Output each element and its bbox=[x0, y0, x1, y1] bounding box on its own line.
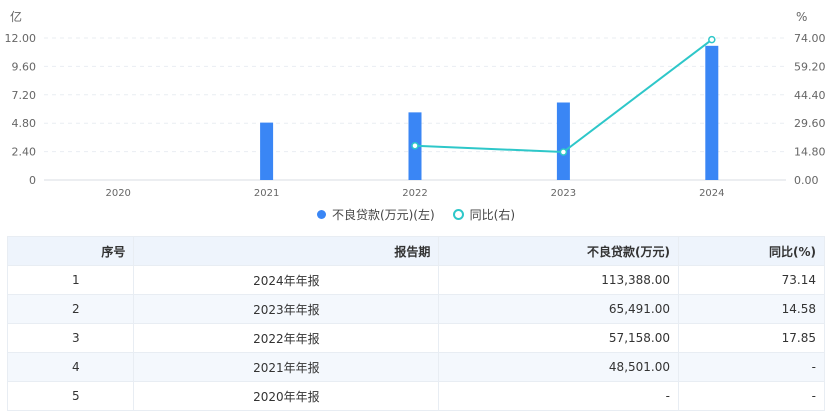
cell-period: 2023年年报 bbox=[133, 294, 440, 324]
y-left-unit-label: 亿 bbox=[10, 9, 22, 24]
x-tick-label: 2021 bbox=[254, 188, 279, 199]
y-right-tick-label: 74.00 bbox=[794, 32, 826, 45]
chart-legend: 不良贷款(万元)(左) 同比(右) bbox=[0, 205, 832, 223]
cell-period: 2020年年报 bbox=[133, 381, 440, 411]
data-table: 序号 报告期 不良贷款(万元) 同比(%) 1 2024年年报 113,388.… bbox=[6, 236, 825, 411]
y-left-tick-label: 9.60 bbox=[12, 60, 37, 73]
x-tick-label: 2024 bbox=[699, 188, 724, 199]
table-row: 5 2020年年报 - - bbox=[6, 381, 825, 411]
y-left-tick-label: 4.80 bbox=[12, 117, 37, 130]
table-row: 3 2022年年报 57,158.00 17.85 bbox=[6, 323, 825, 353]
header-period[interactable]: 报告期 bbox=[133, 236, 440, 266]
cell-index: 5 bbox=[6, 381, 135, 411]
bar-2021 bbox=[260, 122, 274, 180]
legend-item-line[interactable]: 同比(右) bbox=[452, 206, 516, 223]
x-tick-label: 2023 bbox=[551, 188, 576, 199]
cell-yoy: - bbox=[678, 381, 825, 411]
table-header-row: 序号 报告期 不良贷款(万元) 同比(%) bbox=[6, 236, 825, 266]
cell-index: 4 bbox=[6, 352, 135, 382]
yoy-point-2024 bbox=[708, 35, 716, 44]
y-left-tick-label: 2.40 bbox=[12, 146, 37, 159]
legend-line-label: 同比(右) bbox=[469, 207, 516, 222]
header-index[interactable]: 序号 bbox=[6, 236, 135, 266]
legend-bar-label: 不良贷款(万元)(左) bbox=[331, 207, 435, 222]
header-npl[interactable]: 不良贷款(万元) bbox=[438, 236, 679, 266]
table-row: 2 2023年年报 65,491.00 14.58 bbox=[6, 294, 825, 324]
cell-yoy: 73.14 bbox=[678, 265, 825, 295]
x-tick-label: 2022 bbox=[402, 188, 427, 199]
y-right-tick-label: 0.00 bbox=[794, 174, 819, 187]
y-left-tick-label: 7.20 bbox=[12, 89, 37, 102]
cell-index: 2 bbox=[6, 294, 135, 324]
table-row: 4 2021年年报 48,501.00 - bbox=[6, 352, 825, 382]
cell-period: 2024年年报 bbox=[133, 265, 440, 295]
table-row: 1 2024年年报 113,388.00 73.14 bbox=[6, 265, 825, 295]
header-yoy[interactable]: 同比(%) bbox=[678, 236, 825, 266]
yoy-point-2023 bbox=[559, 148, 568, 156]
y-right-tick-label: 44.40 bbox=[794, 89, 826, 102]
yoy-point-2022 bbox=[411, 141, 419, 150]
y-left-tick-label: 12.00 bbox=[5, 32, 37, 45]
y-left-tick-label: 0 bbox=[29, 174, 36, 187]
cell-period: 2022年年报 bbox=[133, 323, 440, 353]
y-right-tick-label: 59.20 bbox=[794, 60, 826, 73]
y-right-tick-label: 29.60 bbox=[794, 117, 826, 130]
cell-npl: 48,501.00 bbox=[438, 352, 679, 382]
legend-item-bar[interactable]: 不良贷款(万元)(左) bbox=[316, 206, 435, 223]
cell-npl: 113,388.00 bbox=[438, 265, 679, 295]
cell-npl: - bbox=[438, 381, 679, 411]
cell-npl: 65,491.00 bbox=[438, 294, 679, 324]
combo-chart: 0 0.00 2.40 14.80 4.80 29.60 7.20 44.40 9.60 59.2… bbox=[5, 9, 826, 199]
cell-yoy: 17.85 bbox=[678, 323, 825, 353]
bar-2023 bbox=[556, 102, 570, 180]
legend-line-marker-icon bbox=[452, 208, 464, 220]
legend-bar-marker-icon bbox=[316, 209, 326, 219]
y-right-tick-label: 14.80 bbox=[794, 146, 826, 159]
cell-index: 1 bbox=[6, 265, 135, 295]
bar-2024 bbox=[705, 45, 719, 180]
cell-yoy: 14.58 bbox=[678, 294, 825, 324]
cell-yoy: - bbox=[678, 352, 825, 382]
cell-npl: 57,158.00 bbox=[438, 323, 679, 353]
y-right-unit-label: % bbox=[796, 10, 807, 24]
cell-period: 2021年年报 bbox=[133, 352, 440, 382]
x-tick-label: 2020 bbox=[105, 188, 130, 199]
cell-index: 3 bbox=[6, 323, 135, 353]
